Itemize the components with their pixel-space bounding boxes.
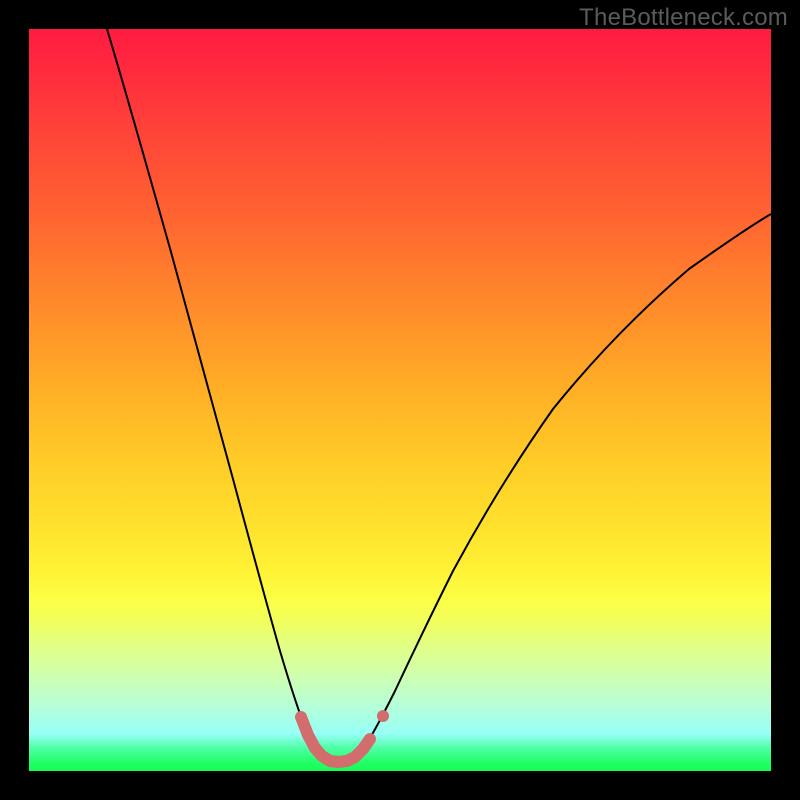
optimal-zone-marker [301,717,370,762]
optimal-zone-marker-dot [377,710,389,722]
chart-svg [29,29,771,771]
curve-left-branch [107,29,337,762]
curve-right-branch [337,214,771,762]
chart-plot-area [29,29,771,771]
watermark-text: TheBottleneck.com [579,4,788,32]
